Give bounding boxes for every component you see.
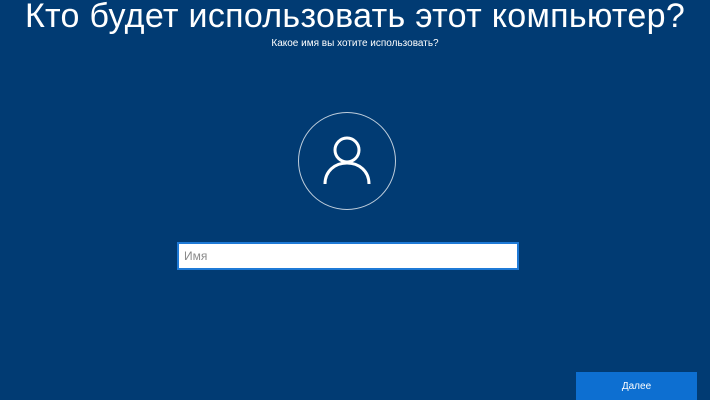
user-icon [323, 136, 371, 185]
name-input[interactable] [177, 242, 519, 270]
next-button[interactable]: Далее [576, 372, 697, 400]
page-title: Кто будет использовать этот компьютер? [24, 0, 686, 35]
page-subtitle: Какое имя вы хотите использовать? [271, 38, 439, 49]
account-setup-screen: Кто будет использовать этот компьютер? К… [0, 0, 710, 400]
avatar [298, 112, 396, 210]
